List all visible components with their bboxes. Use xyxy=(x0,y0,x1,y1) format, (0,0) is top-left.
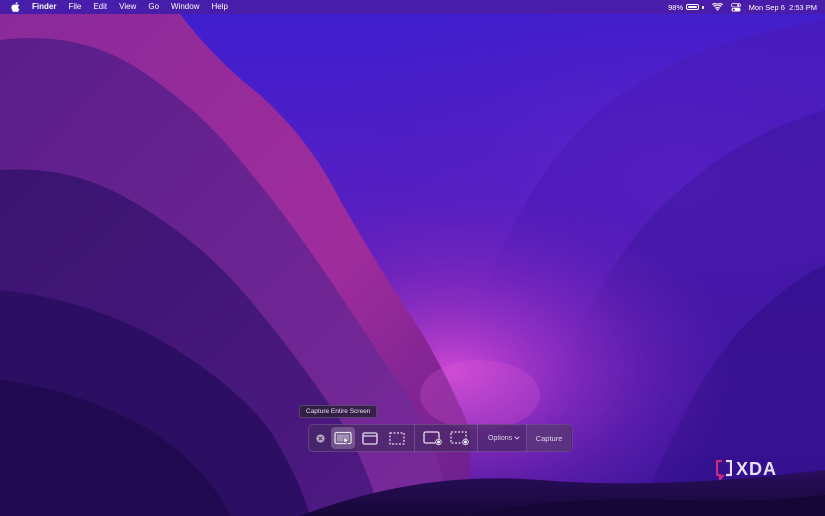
menu-clock[interactable]: Mon Sep 6 2:53 PM xyxy=(749,3,817,12)
battery-icon xyxy=(686,4,700,10)
toolbar-divider xyxy=(414,424,415,452)
menu-go[interactable]: Go xyxy=(142,0,165,14)
dashed-selection-icon xyxy=(388,431,405,445)
battery-status[interactable]: 98% xyxy=(668,3,704,12)
control-center-icon[interactable] xyxy=(730,2,741,12)
screenshot-toolbar: Options Capture xyxy=(308,424,573,452)
chevron-down-icon xyxy=(514,436,520,440)
capture-button[interactable]: Capture xyxy=(527,425,571,451)
close-toolbar-button[interactable] xyxy=(311,427,329,449)
xda-watermark: XDA xyxy=(716,459,777,480)
record-screen-icon xyxy=(422,430,442,445)
capture-entire-screen-button[interactable] xyxy=(330,427,355,449)
wifi-icon[interactable] xyxy=(711,3,723,11)
menu-file[interactable]: File xyxy=(62,0,87,14)
record-selection-icon xyxy=(449,430,469,445)
window-icon xyxy=(361,431,378,445)
menu-edit[interactable]: Edit xyxy=(87,0,113,14)
options-menu-button[interactable]: Options xyxy=(482,427,526,449)
options-label: Options xyxy=(488,434,513,442)
close-circle-icon xyxy=(315,433,325,443)
apple-menu-icon[interactable] xyxy=(10,1,20,13)
capture-selected-portion-button[interactable] xyxy=(385,427,409,449)
menu-window[interactable]: Window xyxy=(165,0,205,14)
record-entire-screen-button[interactable] xyxy=(421,427,445,449)
xda-wordmark: XDA xyxy=(736,459,778,479)
menu-app-name[interactable]: Finder xyxy=(26,0,62,14)
xda-logo-icon xyxy=(716,459,732,480)
tooltip: Capture Entire Screen xyxy=(299,405,378,418)
toolbar-divider xyxy=(477,424,478,452)
entire-screen-icon xyxy=(333,431,352,445)
menu-bar: Finder File Edit View Go Window Help 98% xyxy=(0,0,825,14)
capture-selected-window-button[interactable] xyxy=(358,427,382,449)
menu-view[interactable]: View xyxy=(113,0,142,14)
record-selected-portion-button[interactable] xyxy=(448,427,472,449)
battery-percent: 98% xyxy=(668,2,684,12)
menu-help[interactable]: Help xyxy=(205,0,233,14)
desktop: Finder File Edit View Go Window Help 98% xyxy=(0,0,825,516)
